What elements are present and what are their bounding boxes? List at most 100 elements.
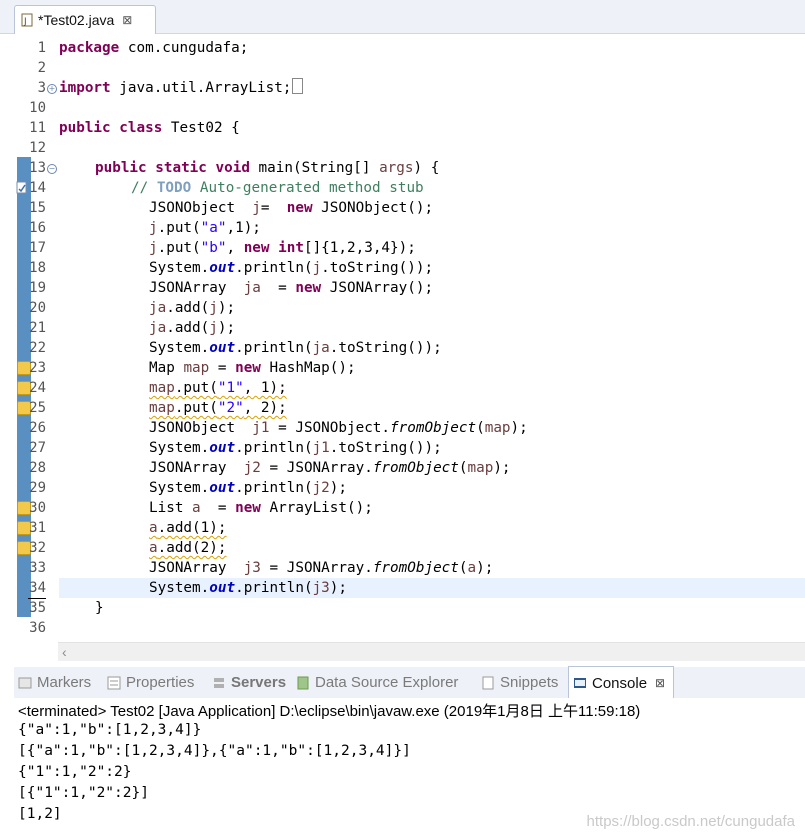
code-line: 30 List a = new ArrayList(); <box>14 498 805 518</box>
line-number: 34 <box>28 578 46 599</box>
tab-properties[interactable]: Properties <box>107 667 194 698</box>
tab-console[interactable]: Console ⊠ <box>568 666 675 699</box>
code-line: 24 map.put("1", 1); <box>14 378 805 398</box>
code-text: map.put("2", 2); <box>149 400 287 416</box>
line-number: 25 <box>29 400 46 416</box>
horizontal-scrollbar[interactable]: ‹ <box>58 642 805 661</box>
code-line: 28 JSONArray j2 = JSONArray.fromObject(m… <box>14 458 805 478</box>
code-line: 19 JSONArray ja = new JSONArray(); <box>14 278 805 298</box>
code-text: a.add(1); <box>149 520 227 536</box>
line-number: 33 <box>29 560 46 576</box>
code-text: List a = new ArrayList(); <box>149 500 373 516</box>
line-number: 10 <box>29 100 46 116</box>
collapse-fold-icon[interactable]: − <box>47 164 57 174</box>
line-number: 19 <box>29 280 46 296</box>
code-line: 20 ja.add(j); <box>14 298 805 318</box>
line-number: 30 <box>29 500 46 516</box>
code-editor[interactable]: 1 package com.cungudafa; 2 3 + import ja… <box>14 34 805 642</box>
line-number: 21 <box>29 320 46 336</box>
tab-data-source-explorer[interactable]: Data Source Explorer <box>296 667 458 698</box>
code-text: Map map = new HashMap(); <box>149 360 356 376</box>
line-number: 26 <box>29 420 46 436</box>
snippets-icon <box>481 676 495 690</box>
watermark: https://blog.csdn.net/cungudafa <box>586 813 795 830</box>
line-number: 31 <box>29 520 46 536</box>
line-number: 1 <box>37 40 46 56</box>
task-marker-icon <box>16 181 27 194</box>
code-text: ja.add(j); <box>149 320 236 336</box>
line-number: 23 <box>29 360 46 376</box>
code-line: 14 // TODO Auto-generated method stub <box>14 178 805 198</box>
console-output-line: [1,2] <box>18 806 62 822</box>
code-text: a.add(2); <box>149 540 227 556</box>
tab-servers[interactable]: Servers <box>212 667 286 698</box>
folded-imports-box[interactable] <box>292 78 304 94</box>
code-line: 18 System.out.println(j.toString()); <box>14 258 805 278</box>
markers-icon <box>18 676 32 690</box>
tab-snippets[interactable]: Snippets <box>481 667 558 698</box>
line-number: 22 <box>29 340 46 356</box>
editor-tab-test02[interactable]: J *Test02.java ⊠ <box>14 5 156 34</box>
code-text: map.put("1", 1); <box>149 380 287 396</box>
code-line: 32 a.add(2); <box>14 538 805 558</box>
line-number: 28 <box>29 460 46 476</box>
code-text: System.out.println(j2); <box>149 480 347 496</box>
line-number: 36 <box>29 620 46 636</box>
code-line: 33 JSONArray j3 = JSONArray.fromObject(a… <box>14 558 805 578</box>
code-line: 36 <box>14 618 805 638</box>
views-tab-bar: Markers Properties Servers Data Source E… <box>14 666 805 699</box>
line-number: 11 <box>29 120 46 136</box>
code-line: 23 Map map = new HashMap(); <box>14 358 805 378</box>
code-text: JSONArray ja = new JSONArray(); <box>149 280 434 296</box>
code-line: 25 map.put("2", 2); <box>14 398 805 418</box>
svg-text:J: J <box>23 17 27 27</box>
code-line: 13 − public static void main(String[] ar… <box>14 158 805 178</box>
line-number: 13 <box>29 160 46 176</box>
line-number: 15 <box>29 200 46 216</box>
properties-icon <box>107 676 121 690</box>
console-output-line: [{"1":1,"2":2}] <box>18 785 149 801</box>
code-line: 21 ja.add(j); <box>14 318 805 338</box>
editor-tab-bar: J *Test02.java ⊠ <box>0 0 805 34</box>
line-number: 14 <box>29 180 46 196</box>
code-text: public class Test02 { <box>59 120 240 136</box>
code-line: 15 JSONObject j= new JSONObject(); <box>14 198 805 218</box>
code-text: } <box>95 600 104 616</box>
code-text: JSONObject j= new JSONObject(); <box>149 200 434 216</box>
line-number: 20 <box>29 300 46 316</box>
code-line: 26 JSONObject j1 = JSONObject.fromObject… <box>14 418 805 438</box>
tab-markers[interactable]: Markers <box>18 667 91 698</box>
code-line: 31 a.add(1); <box>14 518 805 538</box>
console-icon <box>573 676 587 690</box>
console-output-line: [{"a":1,"b":[1,2,3,4]},{"a":1,"b":[1,2,3… <box>18 743 411 759</box>
code-line: 29 System.out.println(j2); <box>14 478 805 498</box>
close-console-icon[interactable]: ⊠ <box>655 676 665 690</box>
code-line: 27 System.out.println(j1.toString()); <box>14 438 805 458</box>
line-number: 32 <box>29 540 46 556</box>
java-file-icon: J <box>21 13 35 27</box>
line-number: 12 <box>29 140 46 156</box>
code-line: 22 System.out.println(ja.toString()); <box>14 338 805 358</box>
code-line: 3 + import java.util.ArrayList; <box>14 78 805 98</box>
expand-fold-icon[interactable]: + <box>47 84 57 94</box>
data-source-icon <box>296 676 310 690</box>
console-output-line: {"a":1,"b":[1,2,3,4]} <box>18 722 202 738</box>
scroll-left-icon[interactable]: ‹ <box>62 644 67 660</box>
line-number: 16 <box>29 220 46 236</box>
close-tab-icon[interactable]: ⊠ <box>122 13 132 27</box>
code-line: 2 <box>14 58 805 78</box>
code-line: 12 <box>14 138 805 158</box>
code-line: 17 j.put("b", new int[]{1,2,3,4}); <box>14 238 805 258</box>
code-text: JSONArray j3 = JSONArray.fromObject(a); <box>149 560 494 576</box>
console-panel[interactable]: <terminated> Test02 [Java Application] D… <box>14 698 805 838</box>
code-text: System.out.println(j1.toString()); <box>149 440 442 456</box>
code-text: j.put("b", new int[]{1,2,3,4}); <box>149 240 416 256</box>
code-text: package com.cungudafa; <box>59 40 249 56</box>
code-line: 1 package com.cungudafa; <box>14 38 805 58</box>
code-line: 34 System.out.println(j3); <box>14 578 805 599</box>
code-text: System.out.println(j3); <box>149 580 347 596</box>
code-text: System.out.println(j.toString()); <box>149 260 434 276</box>
line-number: 24 <box>29 380 46 396</box>
line-number: 18 <box>29 260 46 276</box>
line-number: 35 <box>29 600 46 616</box>
